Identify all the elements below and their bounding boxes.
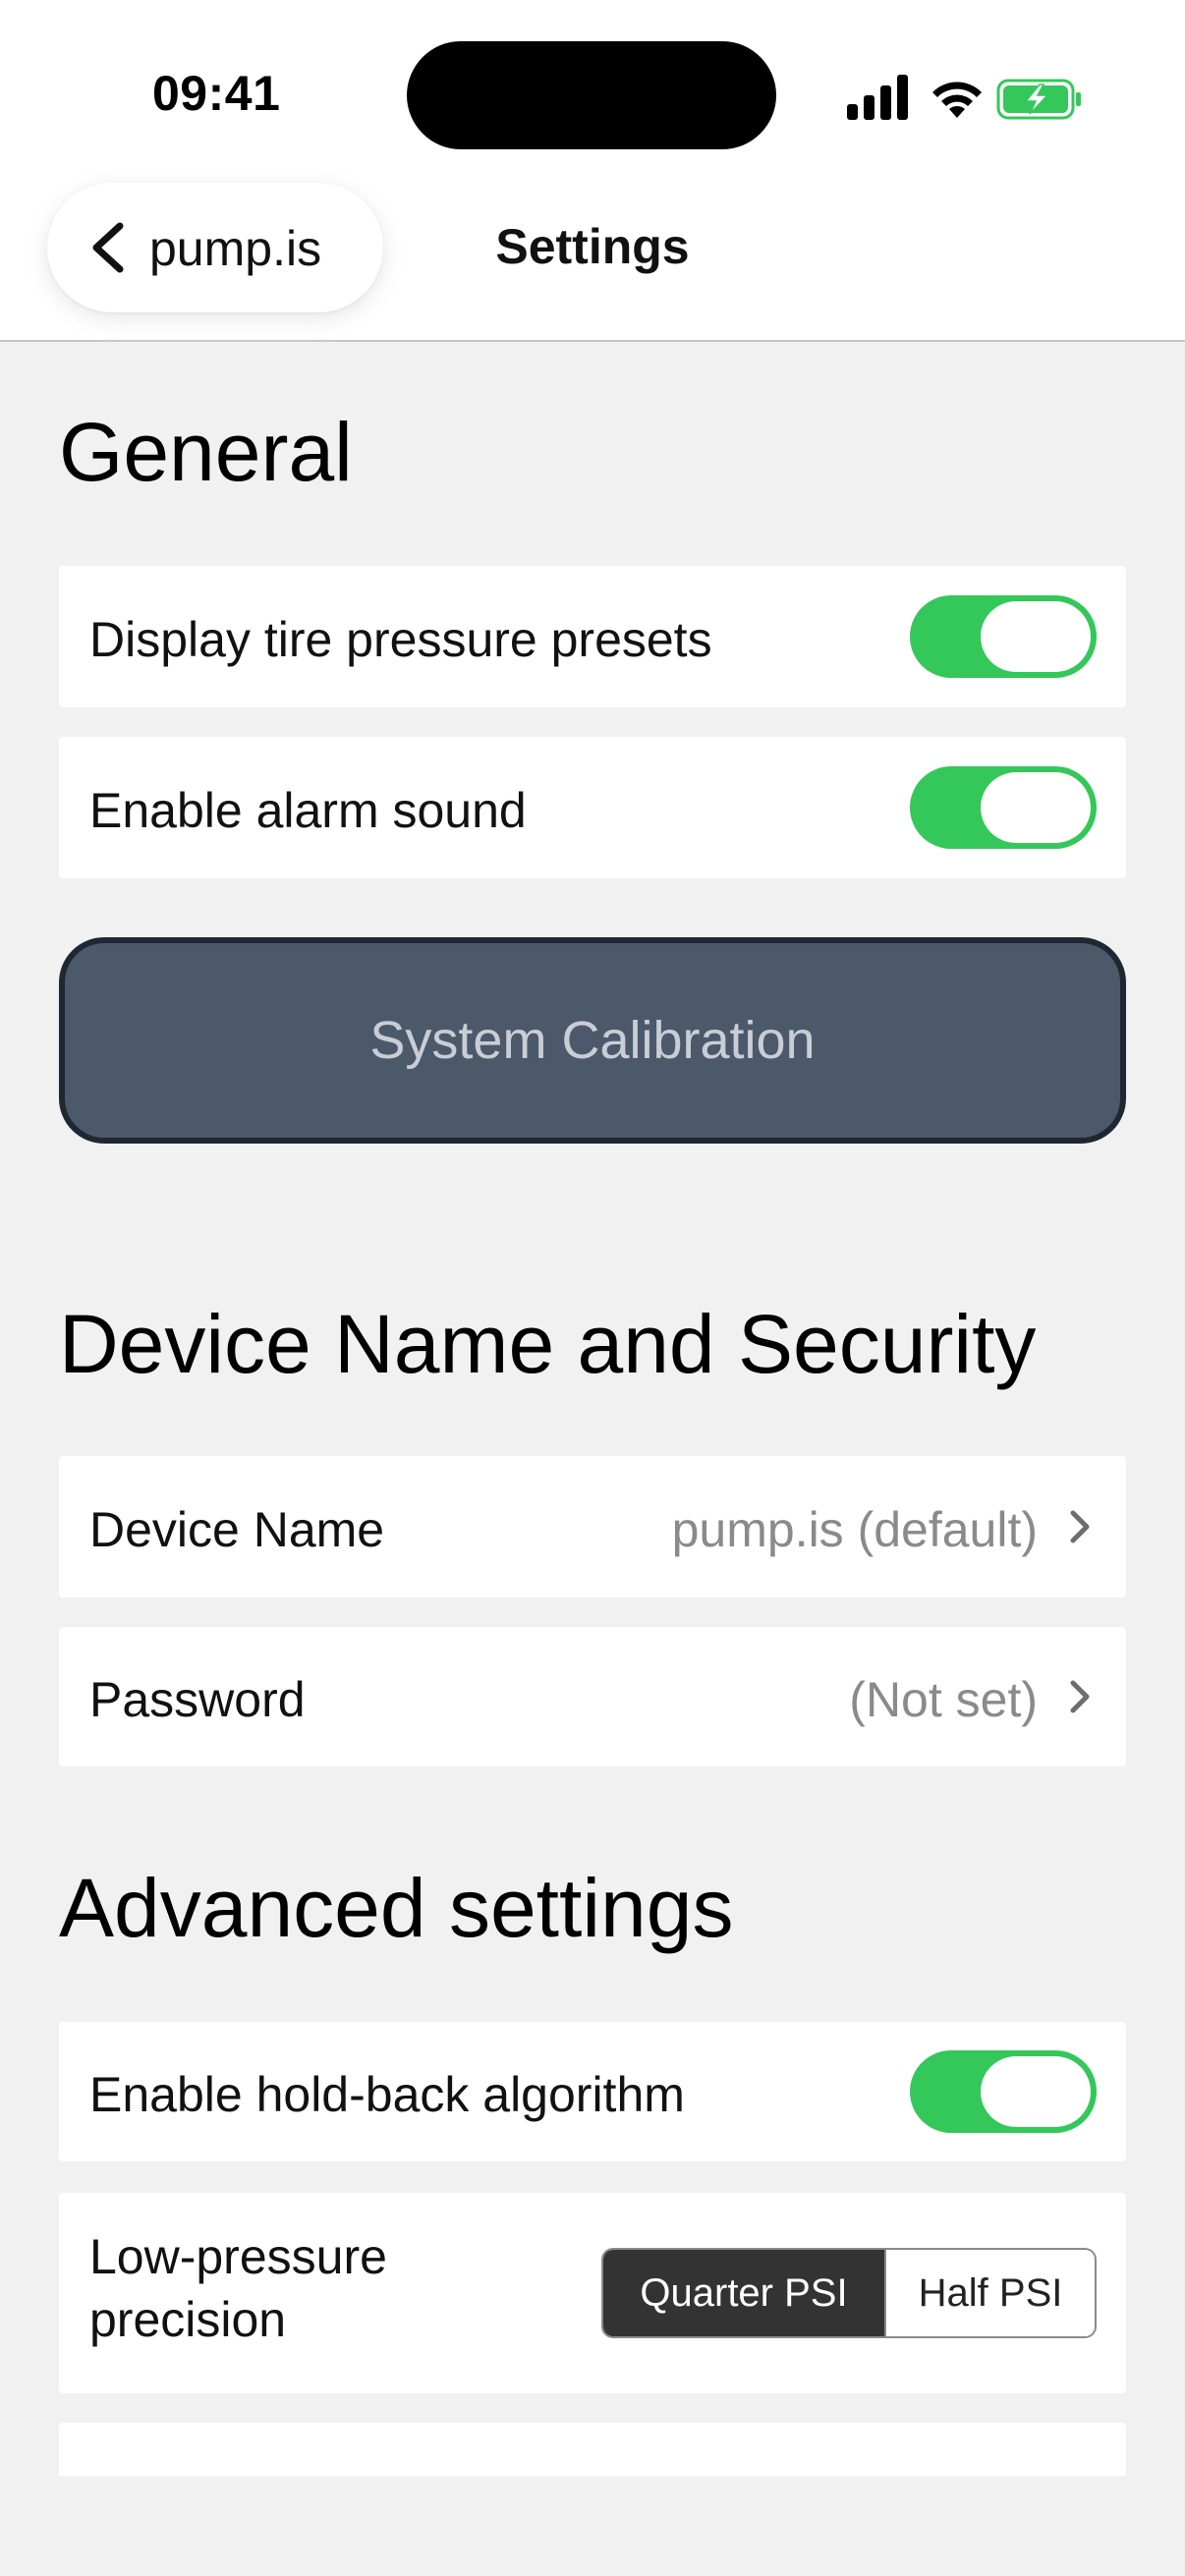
section-title-general: General [59, 406, 353, 498]
battery-charging-icon [996, 79, 1081, 120]
setting-label: Display tire pressure presets [89, 612, 712, 667]
setting-row-precision: Low-pressure precision Quarter PSI Half … [59, 2193, 1126, 2393]
toggle-knob [981, 601, 1091, 672]
cellular-signal-icon [847, 75, 908, 120]
holdback-label: Enable hold-back algorithm [89, 2067, 685, 2122]
toggle-knob [981, 2056, 1091, 2127]
status-time: 09:41 [152, 66, 281, 121]
system-calibration-label: System Calibration [369, 1011, 816, 1070]
password-label: Password [89, 1672, 306, 1727]
system-calibration-button[interactable]: System Calibration [59, 937, 1126, 1144]
settings-screen: 09:41 pump.is Settings General Display t… [0, 0, 1185, 2576]
password-row[interactable]: Password (Not set) [59, 1627, 1126, 1766]
dynamic-island [407, 41, 776, 149]
setting-row-alarm-sound: Enable alarm sound [59, 737, 1126, 878]
password-value: (Not set) [849, 1672, 1038, 1727]
setting-label: Enable alarm sound [89, 783, 527, 838]
holdback-toggle[interactable] [910, 2050, 1097, 2133]
device-name-label: Device Name [89, 1502, 385, 1557]
segment-quarter-psi[interactable]: Quarter PSI [603, 2250, 884, 2336]
top-bar: 09:41 pump.is Settings [0, 0, 1185, 342]
precision-segmented-control: Quarter PSI Half PSI [601, 2248, 1097, 2338]
setting-row-holdback: Enable hold-back algorithm [59, 2022, 1126, 2161]
device-name-row[interactable]: Device Name pump.is (default) [59, 1456, 1126, 1597]
alarm-sound-toggle[interactable] [910, 766, 1097, 849]
page-title: Settings [495, 219, 690, 274]
device-name-value: pump.is (default) [671, 1502, 1038, 1557]
toggle-knob [981, 772, 1091, 843]
section-title-device: Device Name and Security [59, 1298, 1037, 1390]
chevron-right-icon [1070, 1510, 1090, 1543]
tire-presets-toggle[interactable] [910, 595, 1097, 678]
segment-half-psi[interactable]: Half PSI [884, 2250, 1095, 2336]
setting-row-tire-presets: Display tire pressure presets [59, 566, 1126, 707]
section-title-advanced: Advanced settings [59, 1862, 734, 1954]
precision-label-line2: precision [89, 2292, 287, 2347]
setting-row-partial [59, 2423, 1126, 2476]
chevron-right-icon [1070, 1680, 1090, 1713]
status-icons [847, 69, 1083, 128]
precision-label-line1: Low-pressure [89, 2229, 387, 2284]
wifi-icon [932, 82, 982, 118]
